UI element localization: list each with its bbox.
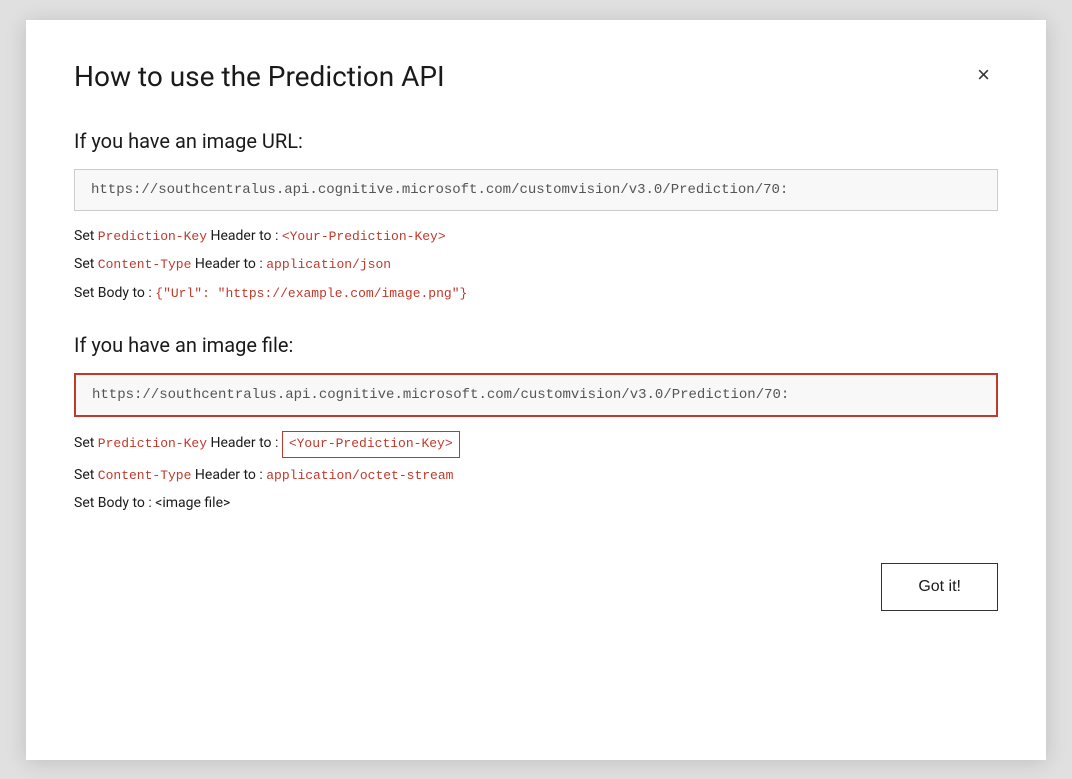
modal-title: How to use the Prediction API (74, 60, 445, 93)
modal-overlay: How to use the Prediction API × If you h… (0, 0, 1072, 779)
url-input-url[interactable]: https://southcentralus.api.cognitive.mic… (74, 169, 998, 211)
file-instruction-2: Set Content-Type Header to : application… (74, 464, 998, 487)
modal-header: How to use the Prediction API × (74, 60, 998, 93)
modal-dialog: How to use the Prediction API × If you h… (26, 20, 1046, 760)
modal-footer: Got it! (74, 563, 998, 611)
content-type-value-file: application/octet-stream (266, 468, 453, 483)
prediction-key-label-url: Prediction-Key (98, 229, 207, 244)
body-value-url: {"Url": "https://example.com/image.png"} (155, 286, 467, 301)
prediction-key-label-file: Prediction-Key (98, 436, 207, 451)
file-instruction-1: Set Prediction-Key Header to : <Your-Pre… (74, 431, 998, 458)
section-file-title: If you have an image file: (74, 333, 998, 357)
url-instruction-1: Set Prediction-Key Header to : <Your-Pre… (74, 225, 998, 248)
file-instruction-3: Set Body to : <image file> (74, 492, 998, 514)
section-url-title: If you have an image URL: (74, 129, 998, 153)
content-type-label-url: Content-Type (98, 257, 192, 272)
url-input-file[interactable]: https://southcentralus.api.cognitive.mic… (74, 373, 998, 417)
got-it-button[interactable]: Got it! (881, 563, 998, 611)
prediction-key-value-file: <Your-Prediction-Key> (282, 431, 460, 458)
close-button[interactable]: × (969, 60, 998, 90)
section-file: If you have an image file: https://south… (74, 333, 998, 515)
url-instruction-3: Set Body to : {"Url": "https://example.c… (74, 282, 998, 305)
url-instruction-2: Set Content-Type Header to : application… (74, 253, 998, 276)
content-type-value-url: application/json (266, 257, 391, 272)
content-type-label-file: Content-Type (98, 468, 192, 483)
section-url: If you have an image URL: https://southc… (74, 129, 998, 305)
prediction-key-value-url: <Your-Prediction-Key> (282, 229, 446, 244)
